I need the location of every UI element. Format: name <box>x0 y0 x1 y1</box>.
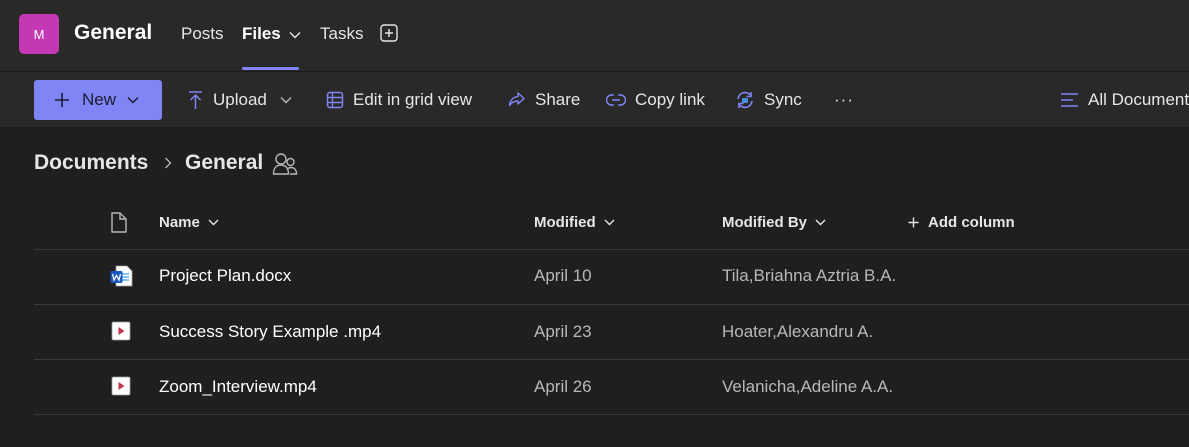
new-button-label: New <box>82 90 117 109</box>
word-doc-icon <box>110 265 133 287</box>
link-icon <box>606 94 626 106</box>
chevron-down-icon <box>280 97 292 104</box>
sync-label: Sync <box>764 90 802 109</box>
command-bar: New Upload Edit in grid view Share Copy … <box>0 72 1189 127</box>
file-modified: April 26 <box>534 377 592 396</box>
grid-view-icon <box>326 91 344 109</box>
file-modified-by: Hoater,Alexandru A. <box>722 322 874 341</box>
file-modified-by: Tila,Briahna Aztria B.A. <box>722 266 897 285</box>
file-name[interactable]: Project Plan.docx <box>159 266 291 286</box>
sync-icon <box>737 91 753 109</box>
breadcrumb-general: General <box>185 151 264 174</box>
members-icon[interactable] <box>272 152 298 176</box>
add-column-button[interactable]: Add column <box>908 214 1015 231</box>
chevron-right-icon <box>165 157 172 169</box>
more-options-button[interactable]: ··· <box>834 89 854 111</box>
header-divider <box>34 249 1189 250</box>
chevron-down-icon <box>127 96 139 104</box>
add-column-label: Add column <box>928 214 1015 231</box>
sync-button[interactable]: Sync <box>735 89 802 111</box>
copy-link-button[interactable]: Copy link <box>606 89 705 111</box>
active-tab-indicator <box>242 67 299 70</box>
more-options-icon: ··· <box>834 90 854 109</box>
row-divider <box>34 304 1189 305</box>
new-button[interactable]: New <box>34 80 162 120</box>
share-icon <box>508 92 525 107</box>
video-file-icon <box>111 376 131 396</box>
team-avatar-initial: M <box>33 26 45 42</box>
row-divider <box>34 414 1189 415</box>
video-file-icon <box>111 321 131 341</box>
edit-grid-view-label: Edit in grid view <box>353 90 473 109</box>
row-divider <box>34 359 1189 360</box>
chevron-down-icon <box>815 219 826 226</box>
channel-title: General <box>74 21 153 44</box>
plus-icon <box>908 217 919 228</box>
column-header-name-label: Name <box>159 214 200 231</box>
breadcrumb: Documents General <box>0 127 1189 176</box>
upload-button[interactable]: Upload <box>187 89 292 111</box>
copy-link-label: Copy link <box>635 90 705 109</box>
column-header-name[interactable]: Name <box>159 214 219 231</box>
file-type-header-icon <box>111 212 127 233</box>
add-tab-icon[interactable] <box>380 24 398 42</box>
file-modified: April 23 <box>534 322 592 341</box>
chevron-down-icon <box>208 219 219 226</box>
list-view-icon <box>1061 93 1078 107</box>
upload-icon <box>189 91 202 109</box>
column-header-modified-by[interactable]: Modified By <box>722 214 826 231</box>
chevron-down-icon <box>289 31 301 39</box>
share-button[interactable]: Share <box>507 89 580 111</box>
column-header-modified-by-label: Modified By <box>722 214 807 231</box>
chevron-down-icon <box>604 219 615 226</box>
breadcrumb-documents[interactable]: Documents <box>34 151 148 175</box>
file-name[interactable]: Success Story Example .mp4 <box>159 322 381 342</box>
tab-tasks[interactable]: Tasks <box>320 24 363 44</box>
upload-label: Upload <box>213 90 267 109</box>
file-modified: April 10 <box>534 266 592 285</box>
file-modified-by: Velanicha,Adeline A.A. <box>722 377 894 396</box>
share-label: Share <box>535 90 581 109</box>
plus-icon <box>55 93 69 107</box>
column-header-modified[interactable]: Modified <box>534 214 615 231</box>
column-header-modified-label: Modified <box>534 214 596 231</box>
file-name[interactable]: Zoom_Interview.mp4 <box>159 377 317 397</box>
tab-posts[interactable]: Posts <box>181 24 224 44</box>
tab-files-label: Files <box>242 24 281 43</box>
view-selector-button[interactable]: All Documents <box>1060 89 1189 111</box>
view-selector-label: All Documents <box>1088 90 1189 109</box>
edit-grid-view-button[interactable]: Edit in grid view <box>326 89 472 111</box>
tab-files[interactable]: Files <box>242 24 301 44</box>
team-avatar[interactable]: M <box>19 14 59 54</box>
file-list: Name Modified Modified By Add column Pro… <box>0 176 1189 447</box>
channel-header: M General Posts Files Tasks <box>0 0 1189 72</box>
